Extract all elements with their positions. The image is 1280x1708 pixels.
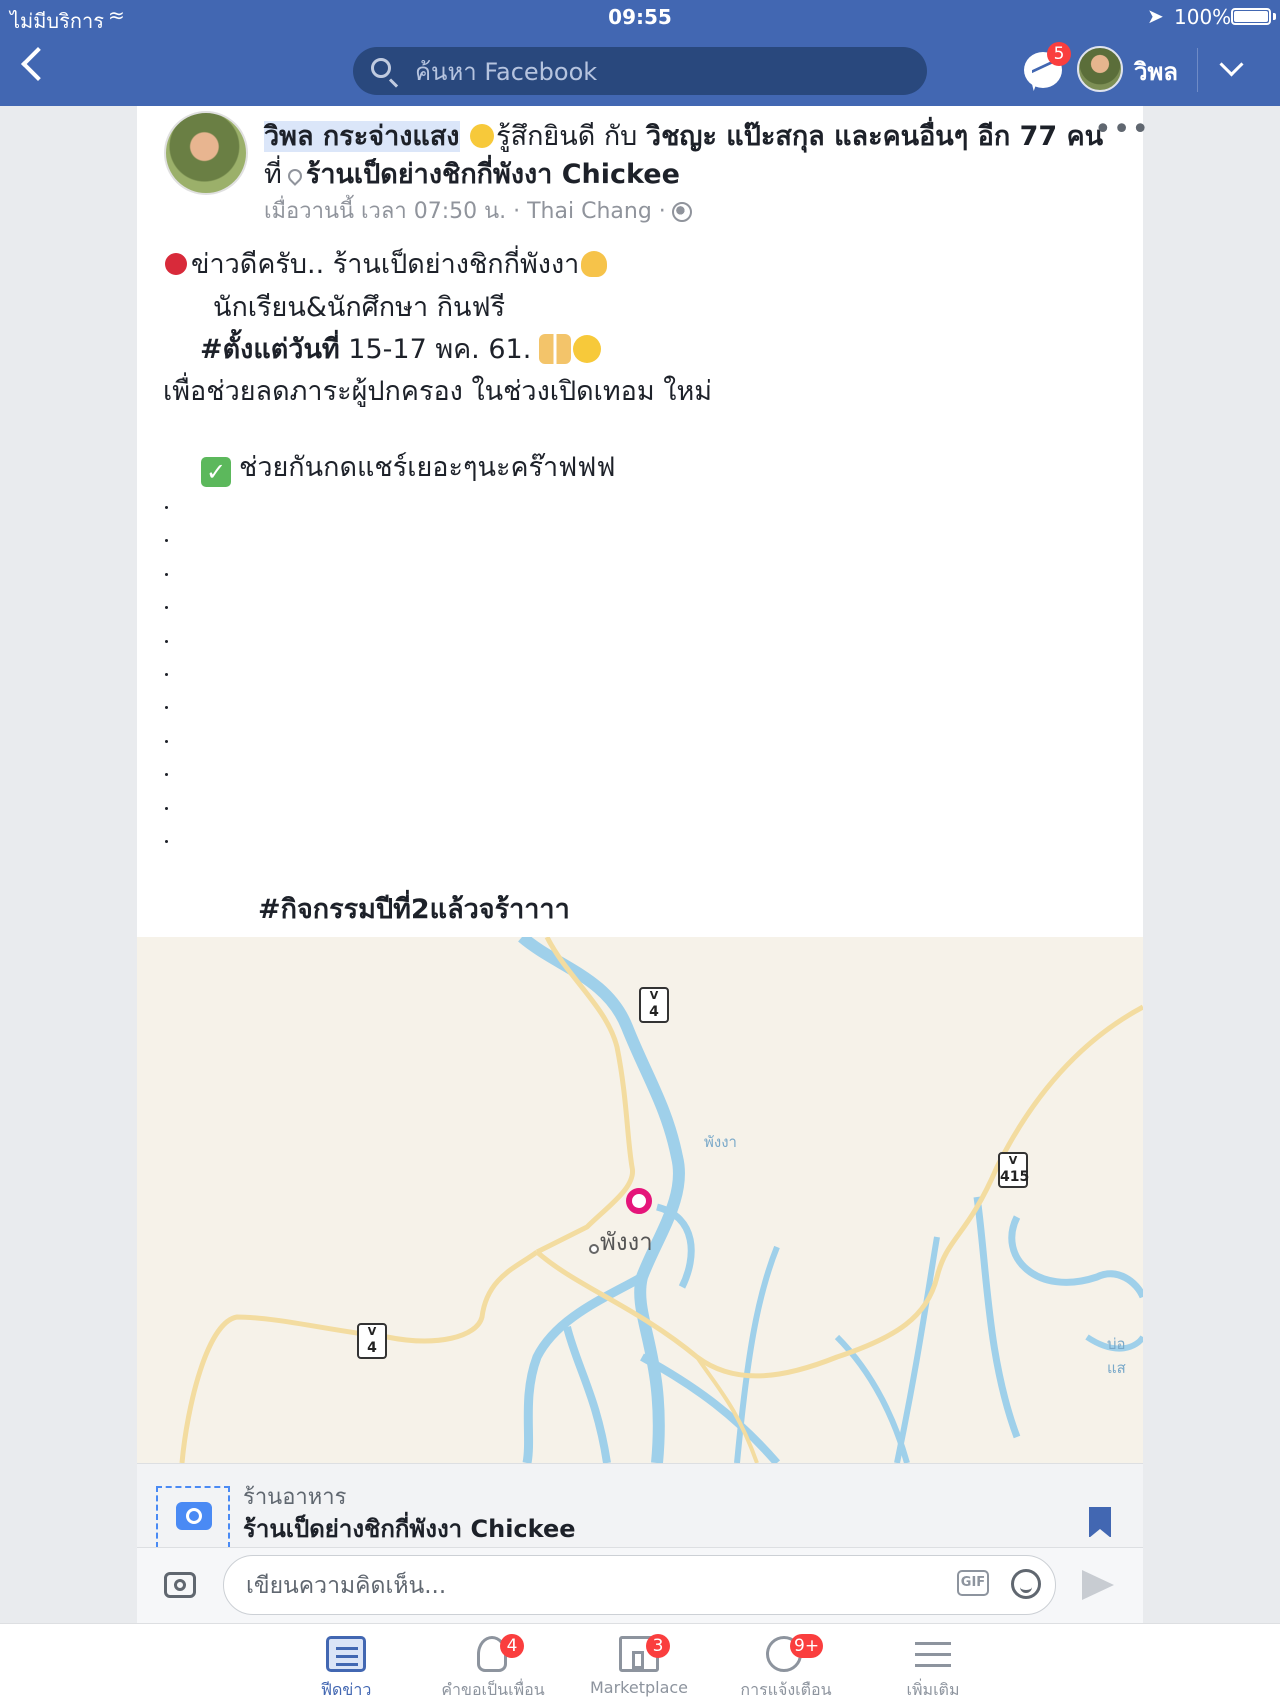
tab-label: เพิ่มเติม [906, 1680, 960, 1699]
couple-icon [539, 334, 572, 364]
top-navigation-bar: ไม่มีบริการ ≈ 09:55 ➤ 100% 5 วิพล [0, 0, 1280, 106]
tab-news-feed[interactable]: ฟีดข่าว [276, 1628, 416, 1704]
post-line-1: ข่าวดีครับ.. ร้านเป็ดย่างชิกกี่พังงา [165, 242, 608, 285]
dot [165, 840, 168, 843]
search-icon [371, 58, 391, 78]
tab-label: Marketplace [589, 1678, 689, 1697]
friend-requests-badge: 4 [500, 1634, 524, 1658]
battery-percent: 100% [1174, 5, 1232, 29]
location-map[interactable]: 4 415 4 พังงา พังงา บ่อแส [137, 937, 1143, 1463]
notifications-badge: 9+ [790, 1634, 824, 1658]
highway-shield: 4 [639, 987, 669, 1023]
search-input[interactable] [413, 47, 917, 97]
post-line-5: ✓ ช่วยกันกดแชร์เยอะๆนะคร๊าฟฟฟ [201, 445, 616, 488]
bookmark-icon[interactable] [1089, 1507, 1111, 1538]
dot [165, 807, 168, 810]
battery-tip [1273, 13, 1276, 20]
town-label: พังงา [600, 1228, 653, 1256]
check-mark-icon: ✓ [201, 457, 231, 487]
messenger-badge: 5 [1047, 42, 1071, 66]
post-text: ช่วยกันกดแชร์เยอะๆนะคร๊าฟฟฟ [239, 452, 616, 483]
status-bar: ไม่มีบริการ ≈ 09:55 ➤ 100% [0, 0, 1280, 36]
post-line-2: นักเรียน&นักศึกษา กินฟรี [213, 292, 506, 323]
pushpin-icon [165, 253, 187, 275]
tab-friend-requests[interactable]: คำขอเป็นเพื่อน [423, 1628, 563, 1704]
chick-icon [581, 251, 608, 277]
dot [165, 506, 168, 509]
highway-shield: 415 [998, 1152, 1029, 1188]
back-arrow-icon[interactable] [21, 47, 55, 81]
globe-icon [671, 202, 692, 222]
edge-label: บ่อแส [1107, 1335, 1126, 1377]
marketplace-badge: 3 [646, 1634, 670, 1658]
post-timestamp[interactable]: เมื่อวานนี้ เวลา 07:50 น. · Thai Chang · [264, 199, 666, 224]
dot [165, 706, 168, 709]
post-text: ข่าวดีครับ.. ร้านเป็ดย่างชิกกี่พังงา [191, 249, 580, 280]
at-prefix: ที่ [264, 159, 282, 190]
send-icon[interactable] [1082, 1570, 1114, 1600]
news-feed-icon [326, 1636, 366, 1672]
dot [165, 573, 168, 576]
clock: 09:55 [608, 5, 672, 29]
dot [165, 606, 168, 609]
tab-label: ฟีดข่าว [320, 1680, 372, 1699]
feeling-text: รู้สึกยินดี กับ [496, 121, 638, 152]
divider [1197, 48, 1198, 92]
dot [165, 539, 168, 542]
place-name[interactable]: ร้านเป็ดย่างชิกกี่พังงา Chickee [243, 1509, 576, 1548]
camera-icon [176, 1502, 212, 1530]
add-photo-button[interactable] [156, 1486, 230, 1548]
gif-button[interactable]: GIF [957, 1570, 989, 1596]
post-line-4: เพื่อช่วยลดภาระผู้ปกครอง ในช่วงเปิดเทอม … [163, 376, 713, 407]
emoji-icon[interactable] [1011, 1569, 1041, 1599]
hashtag[interactable]: #ตั้งแต่วันที่ [200, 334, 340, 365]
dot [165, 673, 168, 676]
tab-label: คำขอเป็นเพื่อน [441, 1680, 545, 1699]
kissing-face-icon [573, 335, 602, 363]
smiley-icon [470, 124, 495, 148]
post-meta: เมื่อวานนี้ เวลา 07:50 น. · Thai Chang · [264, 193, 692, 228]
post-location-line: ที่ ร้านเป็ดย่างชิกกี่พังงา Chickee [264, 152, 680, 195]
river-label: พังงา [704, 1133, 737, 1151]
author-avatar[interactable] [164, 111, 248, 195]
post-line-3: #ตั้งแต่วันที่ 15-17 พค. 61. [200, 327, 602, 370]
dot [165, 740, 168, 743]
dot [165, 773, 168, 776]
post-line-6[interactable]: #กิจกรรมปีที่2แล้วจร้าาาา [258, 887, 570, 930]
search-bar[interactable] [353, 47, 927, 97]
profile-name[interactable]: วิพล [1134, 52, 1178, 91]
post-header-line: วิพล กระจ่างแสง รู้สึกยินดี กับ วิชญะ แป… [264, 114, 1103, 157]
hamburger-menu-icon [913, 1636, 953, 1672]
comment-input[interactable] [244, 1556, 868, 1616]
comment-field[interactable] [223, 1555, 1056, 1616]
more-options-button[interactable]: ••• [1094, 112, 1150, 147]
post-text: 15-17 พค. 61. [339, 334, 532, 365]
tab-marketplace[interactable]: Marketplace [569, 1628, 709, 1704]
camera-icon[interactable] [164, 1572, 196, 1598]
place-link[interactable]: ร้านเป็ดย่างชิกกี่พังงา Chickee [306, 159, 680, 190]
tab-more[interactable]: เพิ่มเติม [863, 1628, 1003, 1704]
tagged-friends[interactable]: วิชญะ แป๊ะสกุล และคนอื่นๆ อีก 77 คน [646, 121, 1103, 152]
tab-notifications[interactable]: การแจ้งเตือน [716, 1628, 856, 1704]
tab-label: การแจ้งเตือน [740, 1680, 832, 1699]
highway-shield: 4 [357, 1323, 387, 1359]
chevron-down-icon[interactable] [1219, 52, 1244, 77]
dot [165, 640, 168, 643]
location-arrow-icon: ➤ [1147, 4, 1164, 28]
battery-icon [1231, 8, 1271, 25]
location-pin-icon [284, 166, 305, 186]
profile-avatar[interactable] [1077, 46, 1123, 92]
author-name[interactable]: วิพล กระจ่างแสง [264, 121, 460, 152]
